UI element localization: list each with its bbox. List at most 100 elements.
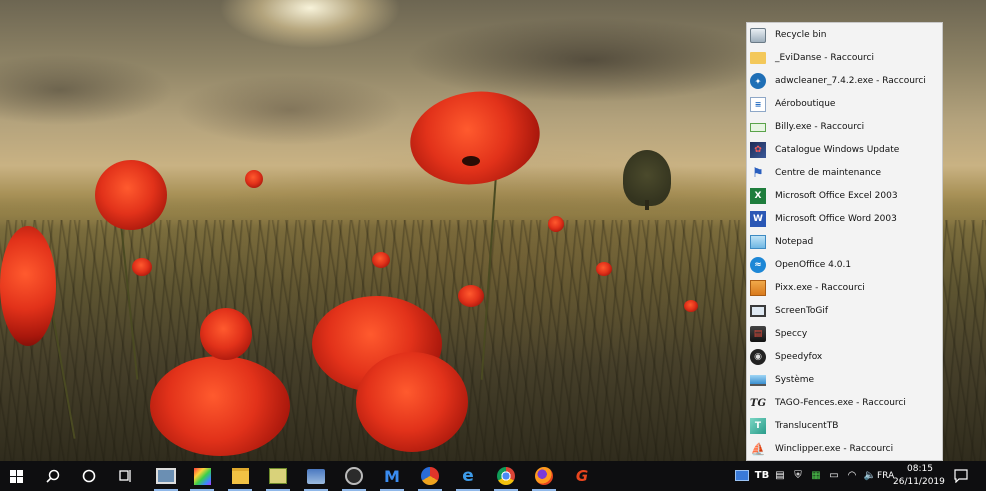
desktop-fence-panel: Recycle bin _EviDanse - Raccourci ✦ adwc… xyxy=(746,22,943,461)
malwarebytes-icon: M xyxy=(384,466,400,486)
fence-item-label: OpenOffice 4.0.1 xyxy=(775,260,852,270)
file-explorer-icon xyxy=(231,468,249,484)
notepad-icon xyxy=(750,235,766,249)
taskbar-app-screen[interactable] xyxy=(148,461,184,491)
ccleaner-icon xyxy=(421,467,439,485)
monitor-icon xyxy=(750,305,766,317)
tray-network-green-icon[interactable]: ▦ xyxy=(809,468,823,482)
fence-item-label: ScreenToGif xyxy=(775,306,829,316)
poppy-flower xyxy=(404,83,546,193)
pixx-icon xyxy=(750,280,766,296)
start-button[interactable] xyxy=(0,461,32,491)
poppy-flower xyxy=(0,226,56,346)
word-icon: W xyxy=(750,211,766,227)
fence-item[interactable]: Recycle bin xyxy=(750,25,940,45)
green-app-icon xyxy=(269,468,287,484)
speedyfox-icon: ◉ xyxy=(750,349,766,365)
cortana-circle-icon xyxy=(82,469,96,483)
task-view-button[interactable] xyxy=(108,461,142,491)
fence-item-label: Recycle bin xyxy=(775,30,827,40)
fence-item-label: Aéroboutique xyxy=(775,99,836,109)
fence-item[interactable]: ◉ Speedyfox xyxy=(750,347,940,367)
fence-item-label: Winclipper.exe - Raccourci xyxy=(775,444,894,454)
fence-item[interactable]: ⛵ Winclipper.exe - Raccourci xyxy=(750,439,940,459)
fence-item[interactable]: ScreenToGif xyxy=(750,301,940,321)
fence-item[interactable]: Système xyxy=(750,370,940,390)
fence-item[interactable]: _EviDanse - Raccourci xyxy=(750,48,940,68)
color-palette-icon xyxy=(193,467,211,485)
taskbar-app-speedyfox[interactable] xyxy=(336,461,372,491)
fence-item[interactable]: W Microsoft Office Word 2003 xyxy=(750,209,940,229)
taskbar-app-file-explorer[interactable] xyxy=(222,461,258,491)
fence-item[interactable]: T TranslucentTB xyxy=(750,416,940,436)
poppy-flower xyxy=(596,262,612,276)
fence-item[interactable]: ≡ Aéroboutique xyxy=(750,94,940,114)
windows-logo-icon xyxy=(9,469,23,483)
taskbar: M e G TB ▤ ⛨ ▦ ▭ ◠ 🔈 FRA 08:15 26/11/201… xyxy=(0,461,986,491)
adwcleaner-icon: ✦ xyxy=(750,73,766,89)
poppy-flower xyxy=(95,160,167,230)
tago-g-icon: G xyxy=(575,467,589,485)
fence-item-label: Speedyfox xyxy=(775,352,823,362)
excel-icon: X xyxy=(750,188,766,204)
taskbar-app-color[interactable] xyxy=(184,461,220,491)
translucenttb-icon: T xyxy=(750,418,766,434)
billy-icon xyxy=(750,122,766,132)
fence-item-label: Billy.exe - Raccourci xyxy=(775,122,865,132)
winclipper-icon: ⛵ xyxy=(750,442,766,456)
search-button[interactable] xyxy=(36,461,70,491)
taskbar-app-photo[interactable] xyxy=(298,461,334,491)
system-laptop-icon xyxy=(750,374,766,386)
fence-item[interactable]: ≈ OpenOffice 4.0.1 xyxy=(750,255,940,275)
poppy-flower xyxy=(245,170,263,188)
fence-item[interactable]: Notepad xyxy=(750,232,940,252)
fence-item[interactable]: X Microsoft Office Excel 2003 xyxy=(750,186,940,206)
taskbar-app-chrome[interactable] xyxy=(488,461,524,491)
poppy-flower xyxy=(150,356,290,456)
taskbar-app-green[interactable] xyxy=(260,461,296,491)
language-indicator[interactable]: FRA xyxy=(869,471,894,481)
taskbar-app-ccleaner[interactable] xyxy=(412,461,448,491)
cortana-button[interactable] xyxy=(72,461,106,491)
poppy-flower xyxy=(684,300,698,312)
fence-item[interactable]: ✿ Catalogue Windows Update xyxy=(750,140,940,160)
poppy-flower xyxy=(548,216,564,232)
wallpaper-tree xyxy=(623,150,671,206)
clock-time[interactable]: 08:15 xyxy=(907,464,933,474)
search-icon xyxy=(46,469,60,483)
fence-item-label: _EviDanse - Raccourci xyxy=(775,53,874,63)
fence-item-label: adwcleaner_7.4.2.exe - Raccourci xyxy=(775,76,926,86)
action-center-button[interactable] xyxy=(944,461,978,491)
poppy-flower xyxy=(372,252,390,268)
fence-item[interactable]: ▤ Speccy xyxy=(750,324,940,344)
poppy-flower xyxy=(458,285,484,307)
battery-icon[interactable]: ▭ xyxy=(827,468,841,482)
chrome-icon xyxy=(497,467,515,485)
taskbar-app-edge[interactable]: e xyxy=(450,461,486,491)
wifi-icon[interactable]: ◠ xyxy=(845,468,859,482)
fence-item[interactable]: Pixx.exe - Raccourci xyxy=(750,278,940,298)
tago-fences-icon: TG xyxy=(750,397,766,409)
tray-window-icon[interactable] xyxy=(735,468,749,482)
tray-shield-icon[interactable]: ⛨ xyxy=(791,468,805,482)
fence-item[interactable]: ✦ adwcleaner_7.4.2.exe - Raccourci xyxy=(750,71,940,91)
poppy-flower xyxy=(356,352,468,452)
fence-item-label: Catalogue Windows Update xyxy=(775,145,900,155)
tray-speaker-icon[interactable]: ▤ xyxy=(773,468,787,482)
fence-item[interactable]: TG TAGO-Fences.exe - Raccourci xyxy=(750,393,940,413)
taskbar-app-tago[interactable]: G xyxy=(564,461,600,491)
openoffice-icon: ≈ xyxy=(750,257,766,273)
clock-date[interactable]: 26/11/2019 xyxy=(893,477,945,487)
taskbar-app-malwarebytes[interactable]: M xyxy=(374,461,410,491)
tray-tb-icon[interactable]: TB xyxy=(755,468,769,482)
fence-item-label: TranslucentTB xyxy=(775,421,839,431)
flag-icon: ⚑ xyxy=(752,165,764,181)
poppy-center xyxy=(462,156,480,166)
edge-icon: e xyxy=(462,466,474,486)
task-view-icon xyxy=(119,470,131,482)
fence-item[interactable]: Billy.exe - Raccourci xyxy=(750,117,940,137)
fence-item[interactable]: ⚑ Centre de maintenance xyxy=(750,163,940,183)
taskbar-app-firefox[interactable] xyxy=(526,461,562,491)
speedyfox-icon xyxy=(345,467,363,485)
recycle-bin-icon xyxy=(750,27,766,43)
